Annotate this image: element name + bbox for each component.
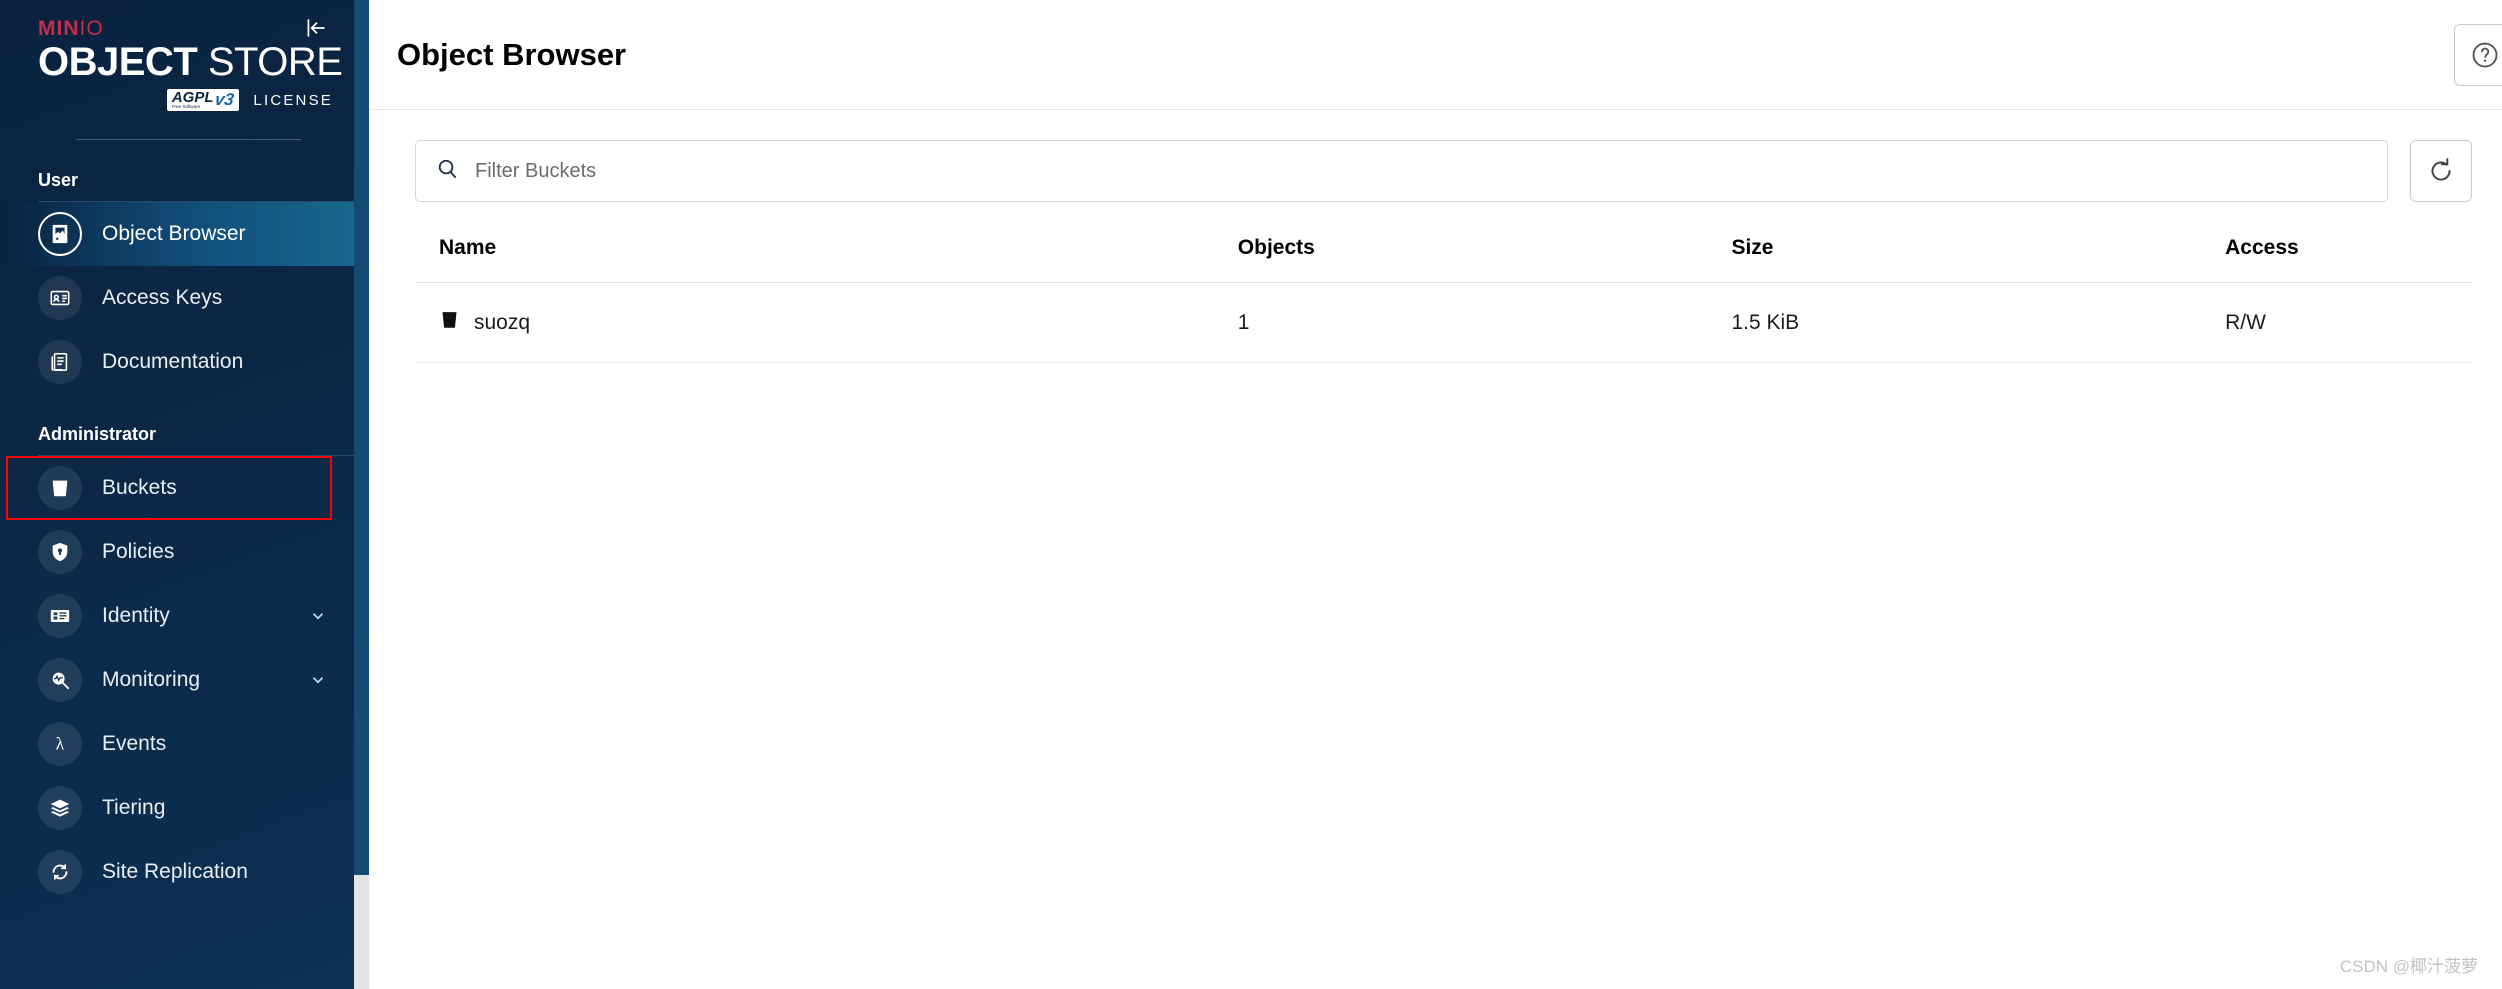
search-icon xyxy=(436,157,459,185)
main-content: Object Browser Filter Buckets Name Objec… xyxy=(369,0,2502,989)
bucket-name-text: suozq xyxy=(474,310,531,334)
table-header: Name Objects Size Access xyxy=(415,236,2472,283)
brand-logo: MINIO OBJECT STORE AGPL Free Software v3… xyxy=(0,0,369,141)
nav-sections: User Object Browser Access Keys Document… xyxy=(0,140,369,904)
column-header-size[interactable]: Size xyxy=(1731,236,2226,283)
sidebar-item-policies[interactable]: Policies xyxy=(0,520,369,584)
filter-row xyxy=(415,140,2472,202)
tiering-layers-icon xyxy=(38,786,82,831)
sidebar-item-monitoring[interactable]: Monitoring xyxy=(0,648,369,712)
sidebar-item-label: Tiering xyxy=(102,796,166,820)
sidebar-item-buckets[interactable]: Buckets xyxy=(0,456,369,521)
sidebar-item-label: Events xyxy=(102,732,167,756)
column-header-access[interactable]: Access xyxy=(2225,236,2472,283)
sidebar-item-events[interactable]: λ Events xyxy=(0,712,369,776)
sidebar-item-label: Site Replication xyxy=(102,860,248,884)
object-browser-icon xyxy=(38,212,82,257)
sidebar-item-identity[interactable]: Identity xyxy=(0,584,369,648)
policies-lock-icon xyxy=(38,530,82,575)
table-row[interactable]: suozq 1 1.5 KiB R/W xyxy=(415,282,2472,363)
chevron-down-icon[interactable] xyxy=(307,669,329,691)
column-header-name[interactable]: Name xyxy=(415,236,1238,283)
table-body: suozq 1 1.5 KiB R/W xyxy=(415,282,2472,363)
access-keys-icon xyxy=(38,276,82,321)
agpl-version: v3 xyxy=(214,90,236,110)
sidebar-item-label: Documentation xyxy=(102,350,244,374)
refresh-icon[interactable] xyxy=(2410,140,2472,202)
store-word: STORE xyxy=(197,40,343,84)
sidebar-item-access-keys[interactable]: Access Keys xyxy=(0,266,369,330)
events-lambda-icon: λ xyxy=(38,722,82,767)
svg-text:λ: λ xyxy=(56,734,65,754)
agpl-subtext: Free Software xyxy=(171,103,201,109)
buckets-table: Name Objects Size Access suozq 1 1.5 KiB… xyxy=(415,236,2472,363)
sidebar-item-documentation[interactable]: Documentation xyxy=(0,330,369,394)
cell-access: R/W xyxy=(2225,282,2472,363)
sidebar: MINIO OBJECT STORE AGPL Free Software v3… xyxy=(0,0,369,989)
identity-card-icon xyxy=(38,594,82,639)
content-area: Name Objects Size Access xyxy=(369,110,2502,989)
buckets-icon xyxy=(38,466,82,511)
sidebar-item-label: Policies xyxy=(102,540,175,564)
cell-bucket-name[interactable]: suozq xyxy=(415,282,1238,363)
buckets-table-wrapper: Name Objects Size Access suozq 1 1.5 KiB… xyxy=(415,236,2472,363)
top-bar: Object Browser xyxy=(369,0,2502,110)
watermark: CSDN @椰汁菠萝 xyxy=(2339,957,2478,976)
sidebar-item-object-browser[interactable]: Object Browser xyxy=(0,202,369,267)
logo-divider xyxy=(76,139,301,141)
minio-min: MIN xyxy=(38,17,80,40)
page-title: Object Browser xyxy=(397,36,627,72)
table-header-row: Name Objects Size Access xyxy=(415,236,2472,283)
search-input[interactable] xyxy=(475,159,2367,183)
help-question-icon[interactable] xyxy=(2454,24,2502,86)
object-store-wordmark: OBJECT STORE xyxy=(38,40,343,84)
section-label-administrator: Administrator xyxy=(38,424,157,445)
cell-size: 1.5 KiB xyxy=(1731,282,2226,363)
cell-objects-count: 1 xyxy=(1237,282,1732,363)
documentation-icon xyxy=(38,340,82,385)
sidebar-item-label: Object Browser xyxy=(102,222,246,246)
sidebar-item-label: Access Keys xyxy=(102,286,223,310)
site-replication-icon xyxy=(38,850,82,895)
sidebar-item-label: Monitoring xyxy=(102,668,201,692)
minio-io: IO xyxy=(79,17,104,40)
sidebar-item-label: Buckets xyxy=(102,476,177,500)
sidebar-item-label: Identity xyxy=(102,604,170,628)
monitoring-search-icon xyxy=(38,658,82,703)
column-header-objects[interactable]: Objects xyxy=(1237,236,1732,283)
section-label-user: User xyxy=(38,170,79,191)
sidebar-scrollbar[interactable] xyxy=(354,0,369,989)
sidebar-item-tiering[interactable]: Tiering xyxy=(0,776,369,840)
agpl-badge: AGPL Free Software v3 xyxy=(166,88,240,112)
object-word: OBJECT xyxy=(38,40,198,84)
sidebar-scrollbar-thumb[interactable] xyxy=(354,0,369,875)
app-root: MINIO OBJECT STORE AGPL Free Software v3… xyxy=(0,0,2502,989)
license-row: AGPL Free Software v3 LICENSE xyxy=(38,88,339,112)
minio-wordmark: MINIO xyxy=(38,18,339,39)
search-field-wrapper[interactable] xyxy=(415,140,2388,202)
collapse-sidebar-icon[interactable] xyxy=(301,13,331,43)
sidebar-item-site-replication[interactable]: Site Replication xyxy=(0,840,369,904)
bucket-icon xyxy=(439,309,460,336)
chevron-down-icon[interactable] xyxy=(307,605,329,627)
agpl-text: AGPL xyxy=(171,88,214,106)
license-label: LICENSE xyxy=(253,91,333,109)
